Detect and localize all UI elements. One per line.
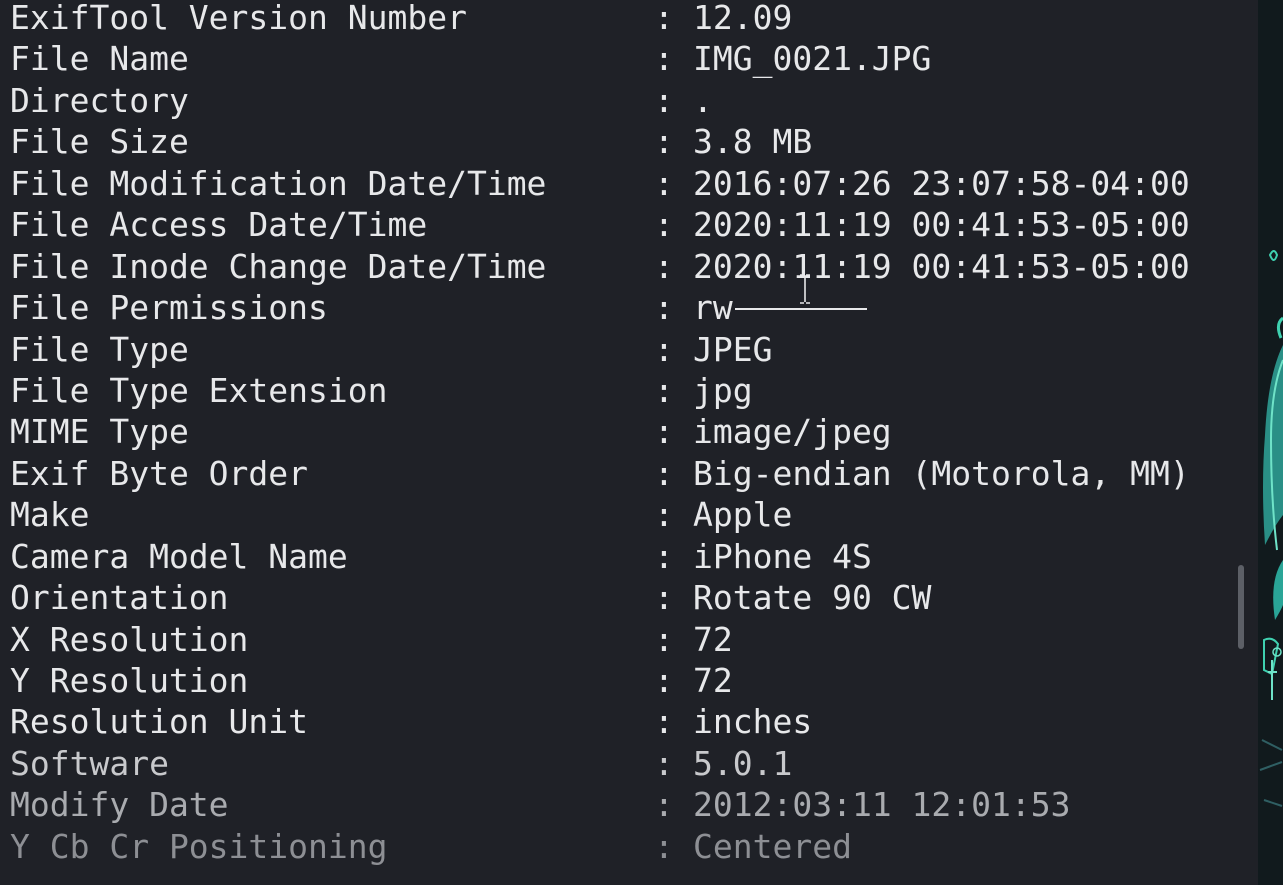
tag-value: 2020:11:19 00:41:53-05:00: [693, 205, 1190, 245]
tag-value: iPhone 4S: [693, 536, 872, 576]
tag-name: Directory: [10, 80, 189, 120]
output-row: Modify Date : 2012:03:11 12:01:53: [10, 784, 1071, 825]
separator: :: [654, 578, 674, 618]
tag-name: Software: [10, 743, 169, 783]
wallpaper-art: [1258, 0, 1283, 885]
tag-value: .: [693, 80, 713, 120]
tag-name: Make: [10, 495, 90, 535]
scrollbar-thumb[interactable]: [1238, 565, 1244, 649]
separator: :: [654, 495, 674, 535]
tag-value: JPEG: [693, 329, 773, 369]
output-row: File Permissions : rw: [10, 287, 867, 328]
output-row: Software : 5.0.1: [10, 743, 792, 784]
tag-value: jpg: [693, 370, 753, 410]
tag-name: File Access Date/Time: [10, 205, 428, 245]
tag-name: Orientation: [10, 578, 229, 618]
tag-value: 5.0.1: [693, 743, 793, 783]
output-row: File Size : 3.8 MB: [10, 121, 812, 162]
tag-value: 2012:03:11 12:01:53: [693, 785, 1071, 825]
output-row: File Type : JPEG: [10, 329, 772, 370]
tag-value: 12.09: [693, 0, 793, 37]
output-row: Make : Apple: [10, 494, 792, 535]
separator: :: [654, 785, 674, 825]
tag-value: IMG_0021.JPG: [693, 39, 932, 79]
separator: :: [654, 0, 674, 37]
tag-name: Modify Date: [10, 785, 229, 825]
separator: :: [654, 536, 674, 576]
i-beam-cursor-icon: [800, 274, 810, 304]
separator: :: [654, 661, 674, 700]
separator: :: [654, 619, 674, 659]
tag-name: MIME Type: [10, 412, 189, 452]
permissions-dashes: [734, 307, 867, 310]
separator: :: [654, 412, 674, 452]
separator: :: [654, 288, 674, 328]
separator: :: [654, 743, 674, 783]
separator: :: [654, 163, 674, 203]
tag-value: 2016:07:26 23:07:58-04:00: [693, 163, 1190, 203]
separator: :: [654, 453, 674, 493]
tag-name: File Type: [10, 329, 189, 369]
separator: :: [654, 246, 674, 286]
tag-name: File Permissions: [10, 288, 328, 328]
output-row: ExifTool Version Number : 12.09: [10, 0, 792, 38]
output-row: File Modification Date/Time : 2016:07:26…: [10, 163, 1190, 204]
separator: :: [654, 39, 674, 79]
tag-value: 2020:11:19 00:41:53-05:00: [693, 246, 1190, 286]
desktop-wallpaper: [1258, 0, 1283, 885]
tag-value: 3.8 MB: [693, 122, 813, 162]
permissions-text: rw: [693, 288, 733, 328]
output-row: Y Resolution : 72: [10, 660, 733, 701]
output-row: Y Cb Cr Positioning : Centered: [10, 826, 852, 867]
exif-output: ExifTool Version Number : 12.09 File Nam…: [10, 0, 1190, 867]
terminal-window[interactable]: ExifTool Version Number : 12.09 File Nam…: [0, 0, 1258, 885]
tag-value: Apple: [693, 495, 793, 535]
tag-name: X Resolution: [10, 619, 249, 659]
output-row: X Resolution : 72: [10, 619, 733, 660]
tag-name: Camera Model Name: [10, 536, 348, 576]
tag-name: Resolution Unit: [10, 702, 309, 742]
tag-name: Y Resolution: [10, 661, 249, 700]
tag-value: 72: [693, 661, 733, 700]
separator: :: [654, 702, 674, 742]
tag-name: File Name: [10, 39, 189, 79]
tag-name: Exif Byte Order: [10, 453, 309, 493]
output-row: File Name : IMG_0021.JPG: [10, 38, 931, 79]
separator: :: [654, 370, 674, 410]
output-row: File Inode Change Date/Time : 2020:11:19…: [10, 246, 1190, 287]
tag-value: image/jpeg: [693, 412, 892, 452]
output-row: File Access Date/Time : 2020:11:19 00:41…: [10, 204, 1190, 245]
output-row: MIME Type : image/jpeg: [10, 411, 892, 452]
output-row: Directory : .: [10, 80, 713, 121]
tag-name: File Inode Change Date/Time: [10, 246, 547, 286]
output-row: Camera Model Name : iPhone 4S: [10, 536, 872, 577]
tag-name: File Modification Date/Time: [10, 163, 547, 203]
tag-name: ExifTool Version Number: [10, 0, 467, 37]
tag-name: File Type Extension: [10, 370, 388, 410]
tag-value: Rotate 90 CW: [693, 578, 932, 618]
tag-value: 72: [693, 619, 733, 659]
output-row: Exif Byte Order : Big-endian (Motorola, …: [10, 453, 1190, 494]
tag-value: inches: [693, 702, 813, 742]
separator: :: [654, 122, 674, 162]
separator: :: [654, 80, 674, 120]
output-row: File Type Extension : jpg: [10, 370, 753, 411]
separator: :: [654, 826, 674, 866]
tag-name: File Size: [10, 122, 189, 162]
tag-value: rw: [693, 287, 867, 328]
tag-value: Big-endian (Motorola, MM): [693, 453, 1190, 493]
output-row: Orientation : Rotate 90 CW: [10, 577, 931, 618]
separator: :: [654, 205, 674, 245]
separator: :: [654, 329, 674, 369]
tag-value: Centered: [693, 826, 852, 866]
output-row: Resolution Unit : inches: [10, 701, 812, 742]
tag-name: Y Cb Cr Positioning: [10, 826, 388, 866]
